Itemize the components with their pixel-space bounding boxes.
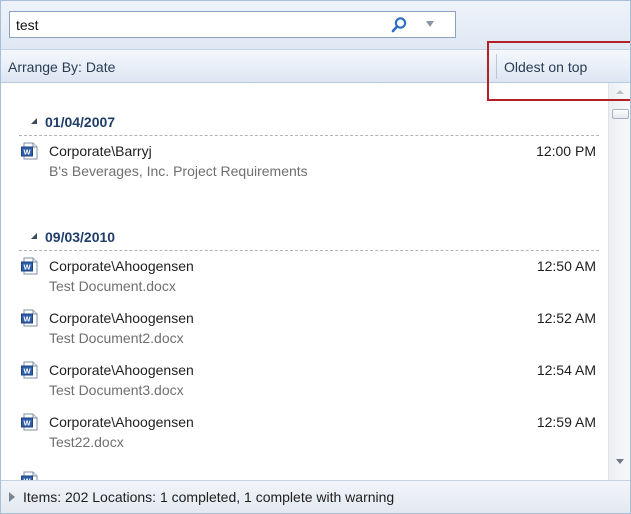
word-document-icon	[21, 413, 39, 431]
search-icon[interactable]	[390, 16, 408, 34]
list-item[interactable]: Corporate\Ahoogensen 12:59 AM Test22.doc…	[19, 410, 604, 454]
group-date: 01/04/2007	[45, 114, 116, 130]
search-box[interactable]	[9, 11, 456, 38]
status-text: Items: 202 Locations: 1 completed, 1 com…	[23, 489, 395, 505]
list-item[interactable]: Corporate\Barryj 12:00 PM B's Beverages,…	[19, 139, 604, 183]
word-document-icon	[21, 361, 39, 379]
list-item[interactable]: Corporate\Ahoogensen 12:52 AM Test Docum…	[19, 306, 604, 350]
item-time: 12:50 AM	[536, 258, 596, 274]
search-options-dropdown-icon[interactable]	[426, 21, 434, 27]
item-title: Test22.docx	[49, 434, 124, 450]
header-divider	[496, 54, 497, 79]
group-divider	[19, 135, 599, 136]
item-author: Corporate\Barryj	[49, 143, 152, 159]
item-time: 12:52 AM	[536, 310, 596, 326]
sort-order-button[interactable]: Oldest on top	[504, 59, 587, 75]
word-document-icon	[21, 309, 39, 327]
item-time: 12:00 PM	[536, 143, 596, 159]
scroll-down-arrow-icon[interactable]	[616, 459, 624, 464]
group-header[interactable]: 01/04/2007	[19, 111, 599, 133]
item-author: Corporate\Ahoogensen	[49, 258, 194, 274]
collapse-triangle-icon[interactable]	[31, 118, 37, 124]
word-document-icon	[21, 257, 39, 275]
list-item[interactable]: Corporate\Ahoogensen 12:50 AM Test Docum…	[19, 254, 604, 298]
list-item-partial[interactable]	[19, 468, 604, 480]
scroll-up-arrow-icon[interactable]	[616, 90, 624, 94]
list-item[interactable]: Corporate\Ahoogensen 12:54 AM Test Docum…	[19, 358, 604, 402]
arrange-by-label[interactable]: Arrange By: Date	[8, 59, 115, 75]
results-list: 01/04/2007 Corporate\Barryj 12:00 PM B's…	[1, 83, 608, 480]
group-divider	[19, 250, 599, 251]
word-document-icon	[21, 142, 39, 160]
search-toolbar	[1, 1, 630, 49]
search-input[interactable]	[16, 16, 376, 34]
item-title: B's Beverages, Inc. Project Requirements	[49, 163, 308, 179]
scroll-thumb[interactable]	[612, 109, 629, 119]
item-author: Corporate\Ahoogensen	[49, 310, 194, 326]
item-author: Corporate\Ahoogensen	[49, 362, 194, 378]
item-title: Test Document2.docx	[49, 330, 184, 346]
search-results-pane: Arrange By: Date Oldest on top 01/04/200…	[0, 0, 631, 514]
expand-triangle-icon[interactable]	[9, 492, 15, 502]
item-title: Test Document3.docx	[49, 382, 184, 398]
item-time: 12:54 AM	[536, 362, 596, 378]
item-time: 12:59 AM	[536, 414, 596, 430]
collapse-triangle-icon[interactable]	[31, 233, 37, 239]
item-title: Test Document.docx	[49, 278, 176, 294]
arrange-by-header: Arrange By: Date Oldest on top	[1, 49, 630, 83]
group-header[interactable]: 09/03/2010	[19, 226, 599, 248]
group-date: 09/03/2010	[45, 229, 116, 245]
word-document-icon	[21, 471, 39, 480]
status-bar: Items: 202 Locations: 1 completed, 1 com…	[1, 480, 630, 513]
vertical-scrollbar[interactable]	[608, 83, 630, 480]
item-author: Corporate\Ahoogensen	[49, 414, 194, 430]
